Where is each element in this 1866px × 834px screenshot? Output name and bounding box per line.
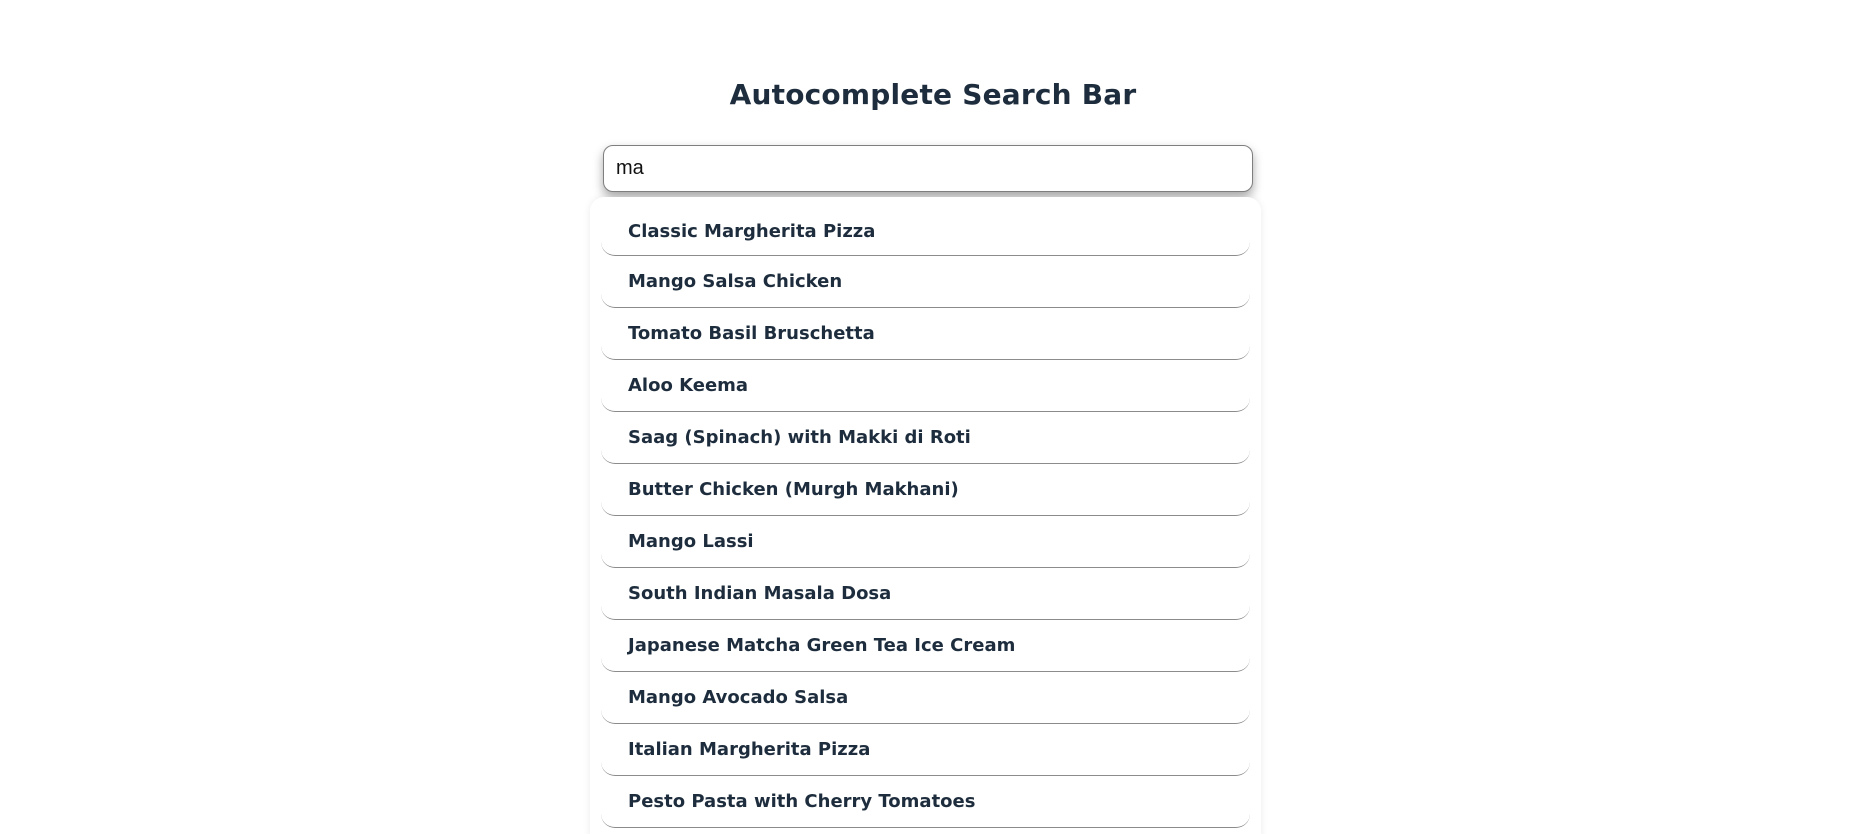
suggestion-label: South Indian Masala Dosa [628,583,892,604]
suggestion-label: Aloo Keema [628,375,749,396]
suggestion-item[interactable]: Japanese Matcha Green Tea Ice Cream [601,620,1250,672]
suggestion-list: Classic Margherita Pizza Mango Salsa Chi… [590,197,1261,834]
suggestion-label: Saag (Spinach) with Makki di Roti [628,427,971,448]
suggestion-item[interactable]: Tomato Basil Bruschetta [601,308,1250,360]
suggestion-item[interactable]: South Indian Masala Dosa [601,568,1250,620]
suggestion-label: Pesto Pasta with Cherry Tomatoes [628,791,976,812]
suggestion-label: Mango Salsa Chicken [628,271,843,292]
page-root: Autocomplete Search Bar Classic Margheri… [0,0,1866,834]
suggestion-label: Mango Avocado Salsa [628,687,849,708]
suggestion-item[interactable]: Italian Margherita Pizza [601,724,1250,776]
suggestion-item[interactable]: Mango Avocado Salsa [601,672,1250,724]
suggestion-item[interactable]: Mango Salsa Chicken [601,256,1250,308]
suggestion-label: Japanese Matcha Green Tea Ice Cream [628,635,1016,656]
suggestion-label: Butter Chicken (Murgh Makhani) [628,479,959,500]
suggestion-item[interactable]: Classic Margherita Pizza [601,197,1250,256]
search-input[interactable] [603,145,1253,192]
suggestion-item[interactable]: Pesto Pasta with Cherry Tomatoes [601,776,1250,828]
suggestion-item[interactable]: Aloo Keema [601,360,1250,412]
suggestion-label: Italian Margherita Pizza [628,739,871,760]
suggestion-item[interactable]: Saag (Spinach) with Makki di Roti [601,412,1250,464]
suggestion-label: Classic Margherita Pizza [628,220,876,242]
suggestion-item[interactable]: Butter Chicken (Murgh Makhani) [601,464,1250,516]
suggestion-item[interactable]: Mango Lassi [601,516,1250,568]
suggestion-label: Mango Lassi [628,531,754,552]
page-title: Autocomplete Search Bar [729,78,1137,111]
suggestion-label: Tomato Basil Bruschetta [628,323,875,344]
